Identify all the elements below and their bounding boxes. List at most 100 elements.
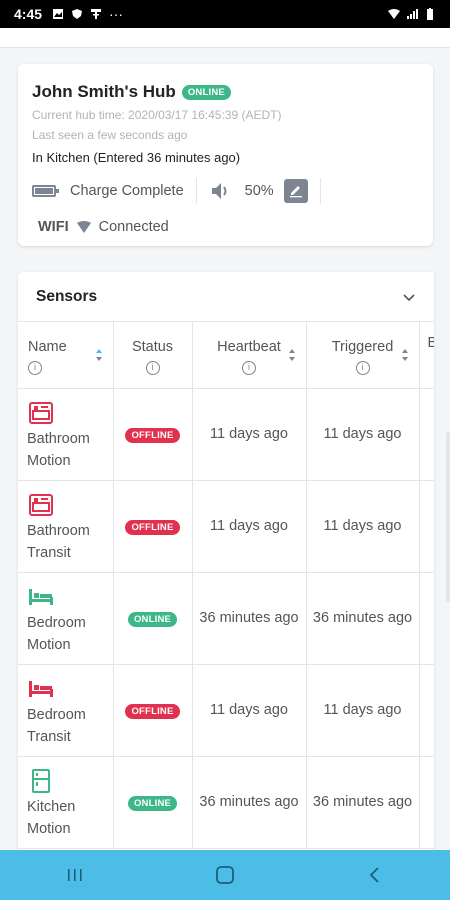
status-cell: OFFLINE [113,388,193,481]
bed-icon [29,588,53,605]
volume-text: 50% [244,183,274,199]
hub-time: Current hub time: 2020/03/17 16:45:39 (A… [32,108,282,122]
table-row[interactable]: Bedroom Motion ONLINE 36 minutes ago 36 … [18,572,434,665]
sort-icon[interactable] [401,348,409,362]
hub-last-seen: Last seen a few seconds ago [32,128,188,142]
status-badge: OFFLINE [125,703,180,719]
extra-cell [419,664,434,757]
divider [319,178,321,204]
status-badge: ONLINE [127,611,178,627]
sensor-name: Bathroom Motion [27,430,90,469]
navigation-bar [0,850,450,900]
sensor-name: Bathroom Transit [27,522,90,561]
battery-text: Charge Complete [70,183,184,199]
extra-cell [419,572,434,665]
hub-location: In Kitchen (Entered 36 minutes ago) [32,150,241,165]
hub-title-row: John Smith's Hub ONLINE [32,82,419,102]
recent-apps-icon [68,869,82,881]
heartbeat-cell: 36 minutes ago [192,572,307,665]
back-icon [369,867,379,883]
info-icon[interactable]: i [28,360,42,375]
status-cell: OFFLINE [113,480,193,573]
fridge-icon [32,768,50,793]
battery-icon [32,185,59,197]
triggered-cell: 11 days ago [306,388,420,481]
sensor-name: Kitchen Motion [27,798,76,837]
recent-apps-button[interactable] [60,863,90,887]
sensors-title: Sensors [36,287,98,305]
info-icon[interactable]: i [145,360,160,375]
triggered-cell: 11 days ago [306,664,420,757]
hub-card: John Smith's Hub ONLINE Current hub time… [18,64,433,246]
wifi-status: Connected [98,219,169,235]
pencil-icon [289,186,302,198]
status-badge: OFFLINE [125,519,180,535]
scrollbar[interactable] [446,432,450,602]
heartbeat-cell: 36 minutes ago [192,756,307,849]
extra-cell [419,756,434,849]
bed-icon [29,680,53,697]
sensors-card: Sensors Name i Status i Heartbeat i Trig… [18,272,434,872]
hub-status-badge: ONLINE [181,84,231,100]
wifi-label: WIFI [38,219,69,235]
shield-icon [72,9,83,19]
triggered-cell: 11 days ago [306,480,420,573]
divider [195,178,197,204]
bathtub-icon [29,401,53,424]
column-header-heartbeat[interactable]: Heartbeat i [192,322,307,389]
info-icon[interactable]: i [242,360,256,375]
sensor-name: Bedroom Transit [27,706,86,745]
status-cell: OFFLINE [113,664,193,757]
antenna-icon [91,9,102,19]
sensors-header[interactable]: Sensors [18,272,434,322]
header-strip [0,28,450,48]
column-header-status[interactable]: Status i [113,322,193,389]
cell-signal-icon [407,9,418,19]
sort-icon[interactable] [288,348,296,362]
sensor-name-cell: Bedroom Transit [18,664,114,757]
status-badge: OFFLINE [125,427,180,443]
hub-controls: Charge Complete 50% [32,177,419,205]
notification-icons: ··· [52,6,123,22]
back-button[interactable] [360,863,390,887]
column-header-triggered[interactable]: Triggered i [306,322,420,389]
table-row[interactable]: Bathroom Transit OFFLINE 11 days ago 11 … [18,480,434,573]
status-cell: ONLINE [113,756,193,849]
heartbeat-cell: 11 days ago [192,664,307,757]
sensor-name-cell: Bathroom Motion [18,388,114,481]
column-header-b[interactable]: B [419,322,435,389]
column-label: B [428,335,435,351]
edit-volume-button[interactable] [283,179,308,203]
wifi-signal-icon [388,9,400,19]
table-header-row: Name i Status i Heartbeat i Triggered i [18,322,435,389]
status-bar: 4:45 ··· [0,0,450,28]
extra-cell [419,388,434,481]
info-icon[interactable]: i [355,360,370,375]
column-header-name[interactable]: Name i [18,322,114,389]
table-row[interactable]: Kitchen Motion ONLINE 36 minutes ago 36 … [18,756,434,849]
chevron-down-icon[interactable] [402,290,416,304]
sensor-name-cell: Bathroom Transit [18,480,114,573]
gallery-icon [53,9,64,19]
hub-wifi: WIFI Connected [32,219,419,235]
home-button[interactable] [210,863,240,887]
speaker-icon[interactable] [209,180,231,202]
bathtub-icon [29,493,53,516]
column-label: Status [131,338,174,355]
sensors-table: Name i Status i Heartbeat i Triggered i [18,322,434,849]
extra-cell [419,480,434,573]
system-icons [388,8,436,20]
triggered-cell: 36 minutes ago [306,572,420,665]
sensor-name: Bedroom Motion [27,614,86,653]
wifi-icon [76,221,91,233]
more-notifications: ··· [109,6,124,22]
sensor-name-cell: Bedroom Motion [18,572,114,665]
heartbeat-cell: 11 days ago [192,480,307,573]
home-icon [216,866,234,884]
table-row[interactable]: Bedroom Transit OFFLINE 11 days ago 11 d… [18,664,434,757]
sort-icon[interactable] [95,348,103,362]
sensor-name-cell: Kitchen Motion [18,756,114,849]
triggered-cell: 36 minutes ago [306,756,420,849]
status-cell: ONLINE [113,572,193,665]
table-row[interactable]: Bathroom Motion OFFLINE 11 days ago 11 d… [18,388,434,481]
